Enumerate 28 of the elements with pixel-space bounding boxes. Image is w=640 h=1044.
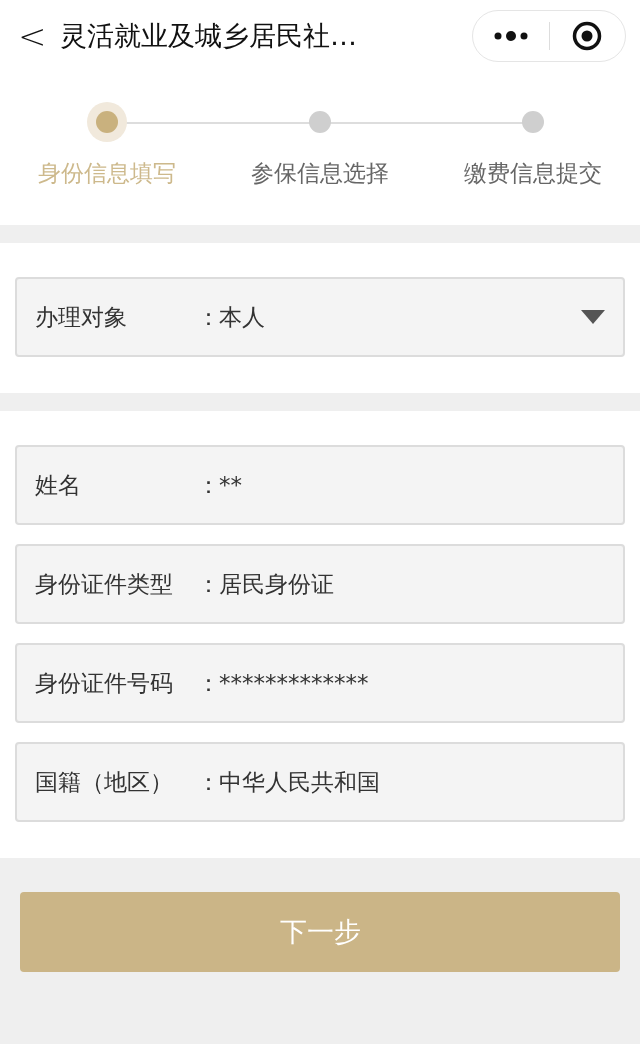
field-value: 居民身份证 [219,569,335,599]
page-title: 灵活就业及城乡居民社… [60,19,358,53]
form-field[interactable]: 身份证件类型 ：居民身份证 [15,544,625,624]
field-value: ************* [219,670,370,696]
colon: ： [197,668,219,698]
field-label: 国籍（地区） [35,767,174,797]
form-field[interactable]: 身份证件号码 ：************* [15,643,625,723]
subject-select[interactable]: 办理对象 ：本人 [15,277,625,357]
form-field[interactable]: 国籍（地区） ：中华人民共和国 [15,742,625,822]
step-label: 参保信息选择 [251,159,389,188]
field-label: 办理对象 [35,302,128,332]
colon: ： [197,767,219,797]
dropdown-caret-icon [581,310,605,324]
colon: ： [197,302,219,332]
field-label: 姓名 [35,470,82,500]
more-icon[interactable] [493,31,528,41]
field-label: 身份证件类型 [35,569,174,599]
field-value: 中华人民共和国 [219,767,381,797]
field-value: ** [219,472,243,498]
close-icon[interactable] [572,21,603,51]
field-label: 身份证件号码 [35,668,174,698]
step-label: 身份信息填写 [37,159,176,188]
step-label: 缴费信息提交 [464,159,603,188]
back-button[interactable]: < [18,19,46,53]
field-value: 本人 [219,302,266,332]
form-field[interactable]: 姓名 ：** [15,445,625,525]
colon: ： [197,569,219,599]
colon: ： [197,470,219,500]
